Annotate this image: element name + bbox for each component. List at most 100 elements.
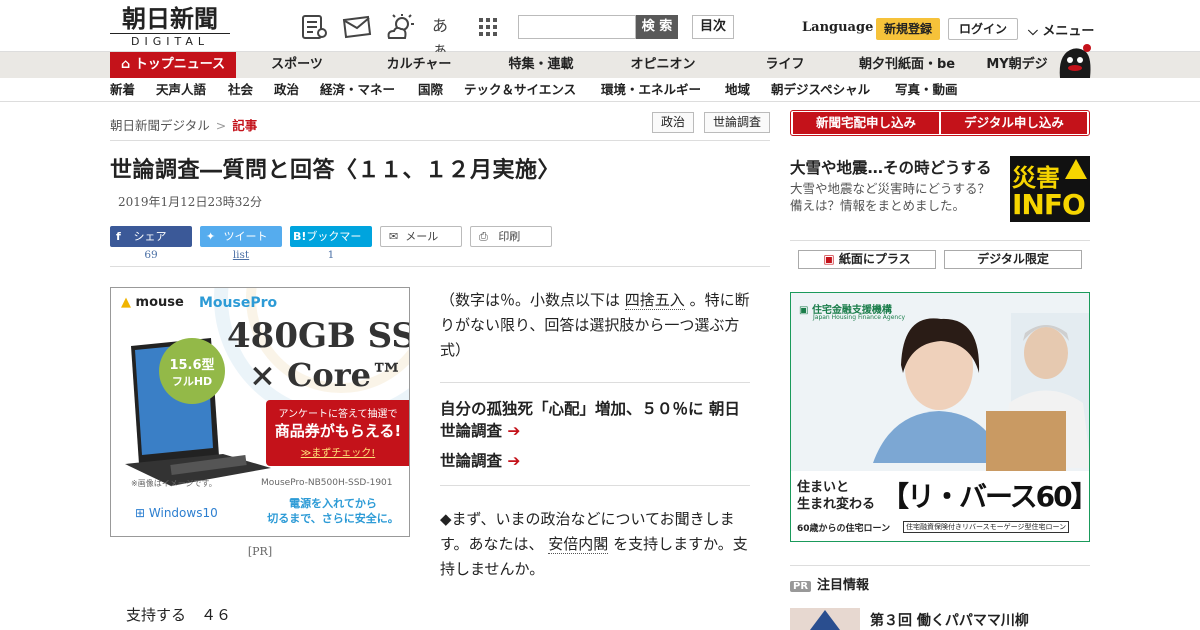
nav-paper[interactable]: 朝夕刊紙面・be (856, 52, 958, 78)
glossary-link[interactable]: 四捨五入 (624, 291, 685, 310)
divider (790, 565, 1090, 566)
register-button[interactable]: 新規登録 (876, 18, 940, 40)
mousepro-ad[interactable]: ▲ mouse MousePro 480GB SSD × Core™ i5 15… (110, 287, 410, 537)
disaster-heading[interactable]: 大雪や地震…その時どうする (790, 156, 992, 178)
nav-sports[interactable]: スポーツ (262, 52, 332, 78)
mascot-icon[interactable] (1056, 42, 1092, 78)
nav2-society[interactable]: 社会 (228, 78, 253, 102)
nav2-photo[interactable]: 写真・動画 (895, 78, 958, 102)
ad-os-text: Windows10 (148, 506, 218, 520)
nav2-region[interactable]: 地域 (725, 78, 750, 102)
tag-politics[interactable]: 政治 (652, 112, 694, 133)
secondary-nav: 新着 天声人語 社会 政治 経済・マネー 国際 テック＆サイエンス 環境・エネル… (0, 78, 1200, 102)
disaster-info-banner[interactable]: 災害 INFO (1010, 156, 1090, 222)
arrow-right-icon: ➔ (507, 422, 521, 440)
nav2-environment[interactable]: 環境・エネルギー (601, 78, 701, 102)
toc-button[interactable]: 目次 (692, 15, 734, 39)
mail-icon[interactable] (342, 14, 372, 40)
ad-tagline: 電源を入れてから 切るまで、さらに安全に。 (263, 496, 403, 526)
nav2-new[interactable]: 新着 (110, 78, 135, 102)
related-article-link[interactable]: 世論調査 ➔ (440, 450, 750, 472)
ad2-brand: 【リ・バース60】 (881, 480, 1090, 513)
tag-poll[interactable]: 世論調査 (704, 112, 770, 133)
divider (110, 140, 770, 141)
mail-icon: ✉ (389, 230, 399, 243)
jhf-logo-icon: ▣ (799, 305, 809, 316)
nav-top-news[interactable]: ⌂ トップニュース (110, 52, 236, 78)
language-link[interactable]: Language (802, 20, 873, 35)
nav2-special[interactable]: 朝デジスペシャル (771, 78, 870, 102)
breadcrumb-current: 記事 (232, 118, 258, 133)
ad2-sub: 60歳からの住宅ローン (797, 524, 891, 534)
search-input[interactable] (518, 15, 636, 39)
divider (110, 266, 770, 267)
weather-icon[interactable] (386, 14, 414, 40)
font-size-icon[interactable]: あぁ (432, 14, 460, 59)
ad2-sub2: 住宅融資保険付きリバースモーゲージ型住宅ローン (903, 521, 1070, 533)
related-title: 世論調査 (440, 452, 503, 470)
login-button[interactable]: ログイン (948, 18, 1018, 40)
print-button[interactable]: ⎙ 印刷 (470, 226, 552, 247)
nav2-politics[interactable]: 政治 (274, 78, 299, 102)
answer-row: 支持する ４６ (126, 604, 231, 625)
answer-label: 支持する (126, 606, 187, 624)
divider (790, 240, 1090, 241)
tweet-label: ツイート (223, 230, 268, 243)
ad-os: ⊞ Windows10 (135, 506, 218, 520)
ad-spec1: 480GB SSD (227, 316, 409, 356)
nav-features[interactable]: 特集・連載 (500, 52, 582, 78)
disaster-text: 大雪や地震など災害時にどうする？備えは？情報をまとめました。 (790, 181, 991, 213)
triangle-icon: ▲ (121, 295, 131, 310)
ad2-copy: 住まいと 生まれ変わる (797, 479, 875, 513)
nav-culture[interactable]: カルチャー (378, 52, 460, 78)
paper-plus-button[interactable]: ▣ 紙面にプラス (798, 250, 936, 269)
related-article-link[interactable]: 自分の孤独死「心配」増加、５０％に 朝日世論調査 ➔ (440, 398, 750, 442)
ad-size2: フルHD (171, 375, 213, 388)
nav2-international[interactable]: 国際 (418, 78, 443, 102)
search-button[interactable]: 検 索 (636, 15, 678, 39)
logo-text: 朝日新聞 (122, 4, 218, 33)
question-paragraph: ◆まず、いまの政治などについてお聞きします。あなたは、 安倍内閣 を支持しますか… (440, 507, 750, 582)
breadcrumb: 朝日新聞デジタル > 記事 (110, 115, 257, 134)
answer-value: ４６ (201, 606, 232, 624)
hatena-icon: B! (293, 230, 307, 243)
news-icon[interactable] (300, 14, 328, 40)
arrow-right-icon: ➔ (507, 452, 521, 470)
ad-promo2: 商品券がもらえる! (274, 422, 402, 440)
twitter-list-link[interactable]: list (200, 249, 282, 261)
cabinet-link[interactable]: 安倍内閣 (548, 535, 609, 554)
featured-thumbnail[interactable] (790, 608, 860, 630)
nav2-tenseijingo[interactable]: 天声人語 (156, 78, 206, 102)
nav2-economy[interactable]: 経済・マネー (320, 78, 395, 102)
mail-share-button[interactable]: ✉ メール (380, 226, 462, 247)
featured-label: 注目情報 (817, 578, 870, 593)
ad-size-badge: 15.6型 フルHD (159, 338, 225, 404)
ad-promo: アンケートに答えて抽選で 商品券がもらえる! ≫まずチェック! (266, 400, 409, 466)
ad-note: ※画像はイメージです。 (131, 479, 217, 488)
nav-opinion[interactable]: オピニオン (624, 52, 702, 78)
hatena-bookmark-button[interactable]: B!ブックマーク (290, 226, 372, 264)
pr-badge: PR (790, 581, 812, 592)
nav-my-asahi[interactable]: MY朝デジ (982, 52, 1052, 78)
menu-button[interactable]: ⌵ メニュー (1028, 20, 1094, 39)
featured-item-link[interactable]: 第３回 働くパパママ川柳 (870, 610, 1029, 630)
nav2-tech[interactable]: テック＆サイエンス (464, 78, 576, 102)
paper-icon: ▣ (823, 252, 835, 266)
related-title: 自分の孤独死「心配」増加、５０％に 朝日世論調査 (440, 400, 740, 440)
nav-label: トップニュース (134, 57, 226, 72)
reverse60-ad[interactable]: ▣ 住宅金融支援機構 Japan Housing Finance Agency … (790, 292, 1090, 542)
facebook-share-button[interactable]: f シェア (110, 226, 192, 247)
breadcrumb-root[interactable]: 朝日新聞デジタル (110, 118, 210, 133)
nav-life[interactable]: ライフ (756, 52, 814, 78)
facebook-count: 69 (144, 249, 158, 261)
twitter-share-button[interactable]: ✦ ツイート (200, 226, 282, 247)
site-logo[interactable]: 朝日新聞 DIGITAL (110, 6, 230, 48)
intro-paragraph: （数字は％。小数点以下は 四捨五入 。特に断りがない限り、回答は選択肢から一つ選… (440, 288, 750, 363)
home-delivery-button[interactable]: 新聞宅配申し込み (793, 112, 939, 134)
warning-icon (1065, 159, 1087, 179)
home-icon: ⌂ (120, 57, 135, 72)
ad2-line2: 生まれ変わる (797, 497, 876, 512)
digital-subscribe-button[interactable]: デジタル申し込み (941, 112, 1087, 134)
apps-grid-icon[interactable] (478, 14, 506, 40)
digital-only-button[interactable]: デジタル限定 (944, 250, 1082, 269)
